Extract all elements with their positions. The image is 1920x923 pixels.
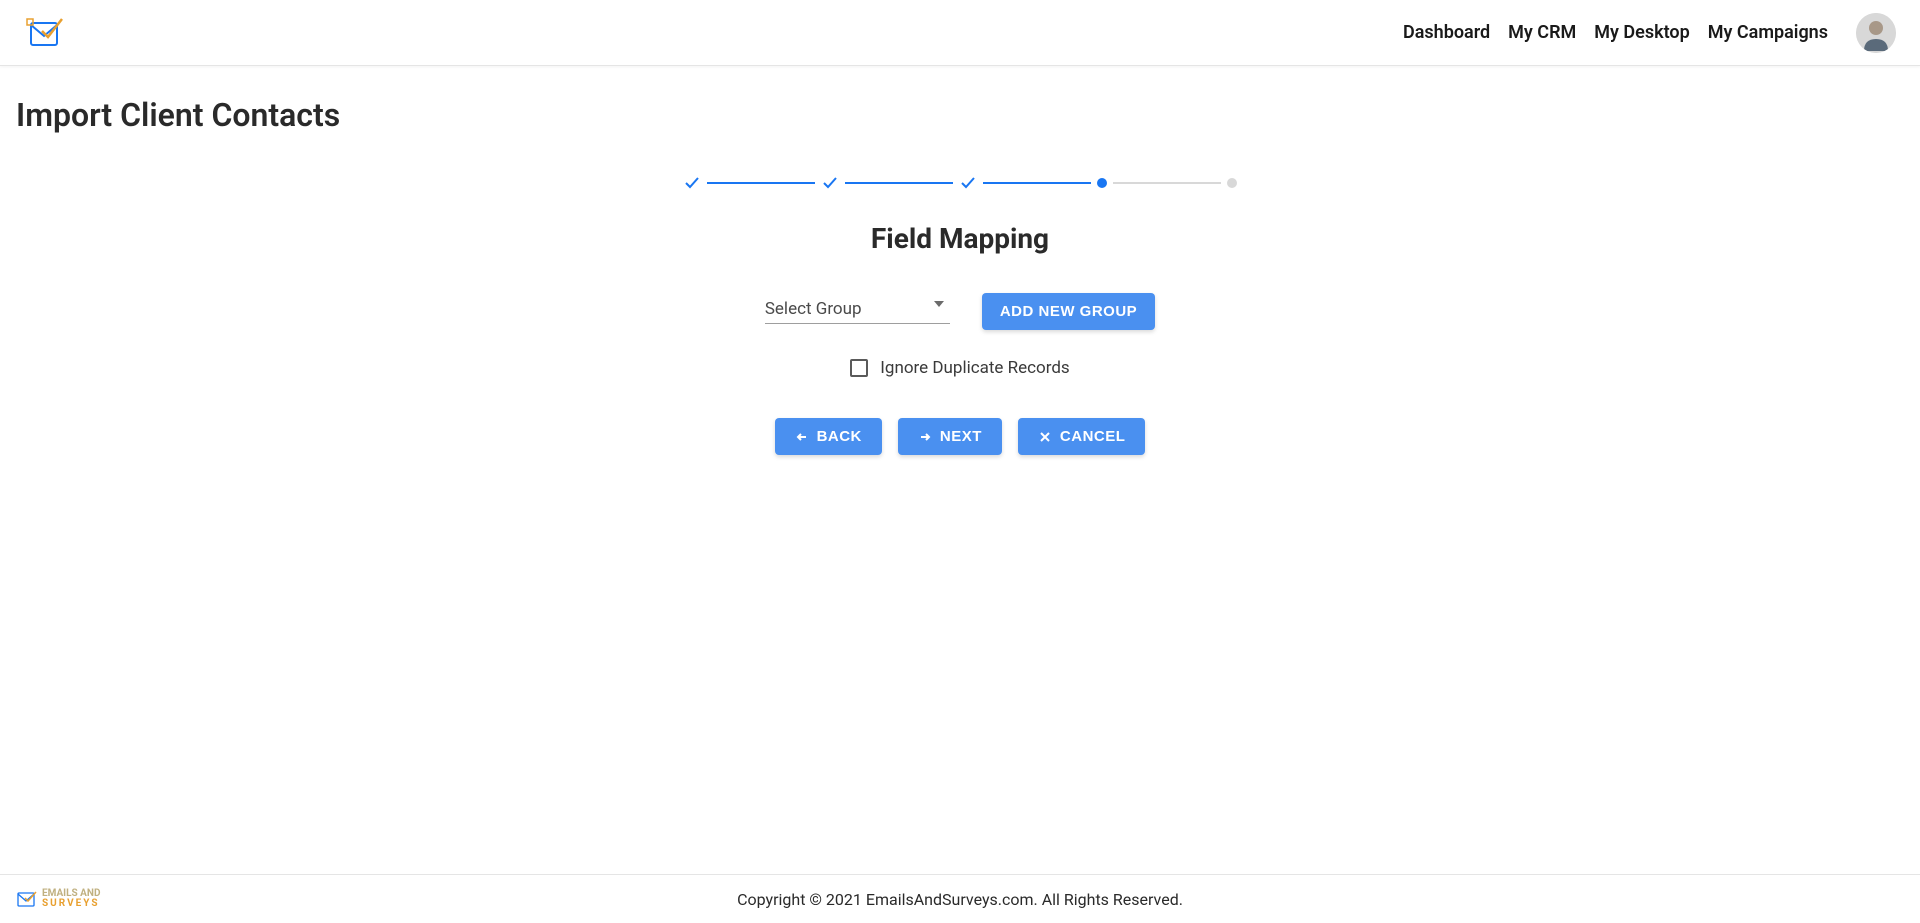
section-title: Field Mapping (430, 222, 1490, 255)
step-line-3 (983, 182, 1091, 184)
cancel-button-label: CANCEL (1060, 428, 1126, 445)
brand-logo[interactable] (24, 13, 64, 53)
ignore-duplicates-row: Ignore Duplicate Records (430, 358, 1490, 378)
main-nav: Dashboard My CRM My Desktop My Campaigns (1403, 13, 1896, 53)
next-button-label: NEXT (940, 428, 982, 445)
app-footer: EMAILS AND SURVEYS Copyright © 2021 Emai… (0, 874, 1920, 923)
close-icon (1038, 430, 1052, 444)
group-selection-row: Select Group ADD NEW GROUP (430, 293, 1490, 330)
cancel-button[interactable]: CANCEL (1018, 418, 1146, 455)
step-line-1 (707, 182, 815, 184)
content-wrapper: Field Mapping Select Group ADD NEW GROUP… (430, 174, 1490, 455)
next-button[interactable]: NEXT (898, 418, 1002, 455)
ignore-duplicates-checkbox[interactable] (850, 359, 868, 377)
select-group-label: Select Group (765, 299, 862, 319)
dropdown-arrow-icon (934, 301, 944, 307)
step-2-completed (821, 174, 839, 192)
footer-logo[interactable]: EMAILS AND SURVEYS (16, 889, 100, 909)
step-line-2 (845, 182, 953, 184)
nav-my-crm[interactable]: My CRM (1508, 22, 1576, 43)
step-4-current (1097, 178, 1107, 188)
step-line-4 (1113, 182, 1221, 184)
app-header: Dashboard My CRM My Desktop My Campaigns (0, 0, 1920, 66)
nav-my-desktop[interactable]: My Desktop (1594, 22, 1689, 43)
user-avatar[interactable] (1856, 13, 1896, 53)
wizard-buttons: BACK NEXT CANCEL (430, 418, 1490, 455)
avatar-placeholder-icon (1856, 13, 1896, 53)
check-icon (683, 174, 701, 192)
check-icon (821, 174, 839, 192)
envelope-small-icon (16, 890, 38, 908)
nav-my-campaigns[interactable]: My Campaigns (1708, 22, 1828, 43)
step-3-completed (959, 174, 977, 192)
back-button[interactable]: BACK (775, 418, 882, 455)
page-title: Import Client Contacts (16, 96, 1904, 134)
footer-copyright: Copyright © 2021 EmailsAndSurveys.com. A… (737, 890, 1183, 909)
step-1-completed (683, 174, 701, 192)
add-new-group-button[interactable]: ADD NEW GROUP (982, 293, 1155, 330)
select-group-dropdown[interactable]: Select Group (765, 299, 950, 324)
envelope-logo-icon (24, 13, 64, 53)
arrow-right-icon (918, 430, 932, 444)
main-content: Import Client Contacts (0, 66, 1920, 874)
step-5-upcoming (1227, 178, 1237, 188)
check-icon (959, 174, 977, 192)
ignore-duplicates-label: Ignore Duplicate Records (880, 358, 1069, 378)
wizard-stepper (430, 174, 1490, 192)
arrow-left-icon (795, 430, 809, 444)
footer-brand-surveys: SURVEYS (42, 899, 100, 909)
footer-logo-text: EMAILS AND SURVEYS (42, 889, 100, 909)
back-button-label: BACK (817, 428, 862, 445)
nav-dashboard[interactable]: Dashboard (1403, 22, 1490, 43)
